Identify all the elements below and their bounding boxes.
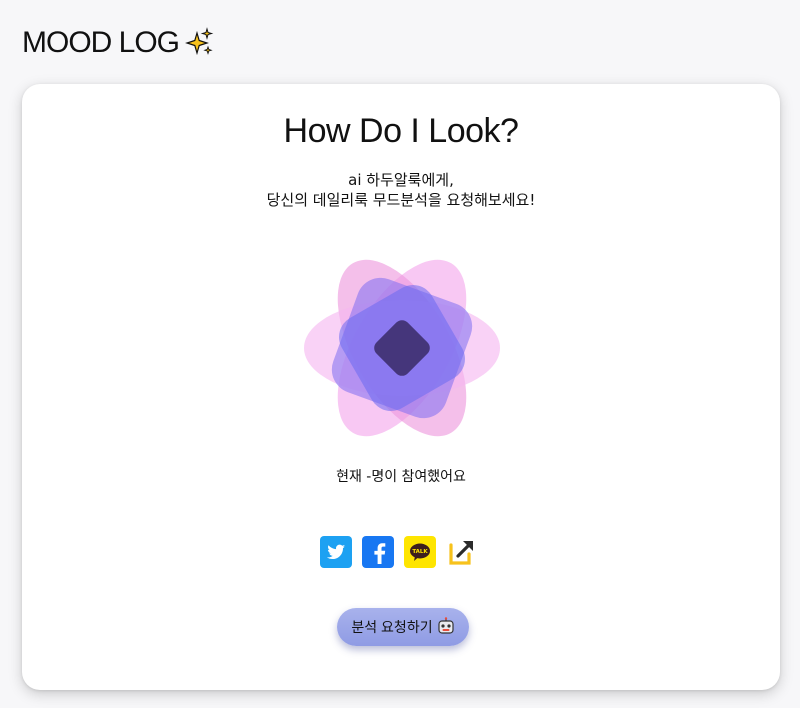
participant-count: 현재 -명이 참여했어요: [336, 469, 466, 485]
sparkles-icon: [183, 27, 215, 59]
link-share-icon[interactable]: [446, 536, 478, 568]
twitter-share-icon[interactable]: [320, 536, 352, 568]
svg-text:TALK: TALK: [412, 549, 428, 555]
page-title: How Do I Look?: [283, 112, 519, 150]
request-analysis-button[interactable]: 분석 요청하기: [337, 608, 469, 646]
kakao-share-icon[interactable]: TALK: [404, 536, 436, 568]
mood-flower-graphic: [302, 248, 502, 448]
subtitle-line-1: ai 하두알룩에게,: [348, 171, 454, 189]
app-title: MOOD LOG: [22, 26, 180, 59]
request-button-label: 분석 요청하기: [351, 619, 433, 635]
facebook-share-icon[interactable]: [362, 536, 394, 568]
share-row: TALK: [320, 536, 478, 568]
page: MOOD LOG How Do I Look? ai 하두알룩에게, 당신의 데…: [0, 0, 800, 708]
subtitle: ai 하두알룩에게, 당신의 데일리룩 무드분석을 요청해보세요!: [22, 170, 780, 210]
main-card: How Do I Look? ai 하두알룩에게, 당신의 데일리룩 무드분석을…: [22, 84, 780, 690]
subtitle-line-2: 당신의 데일리룩 무드분석을 요청해보세요!: [266, 191, 536, 209]
app-header: MOOD LOG: [22, 26, 215, 60]
robot-face-icon: [437, 616, 455, 638]
